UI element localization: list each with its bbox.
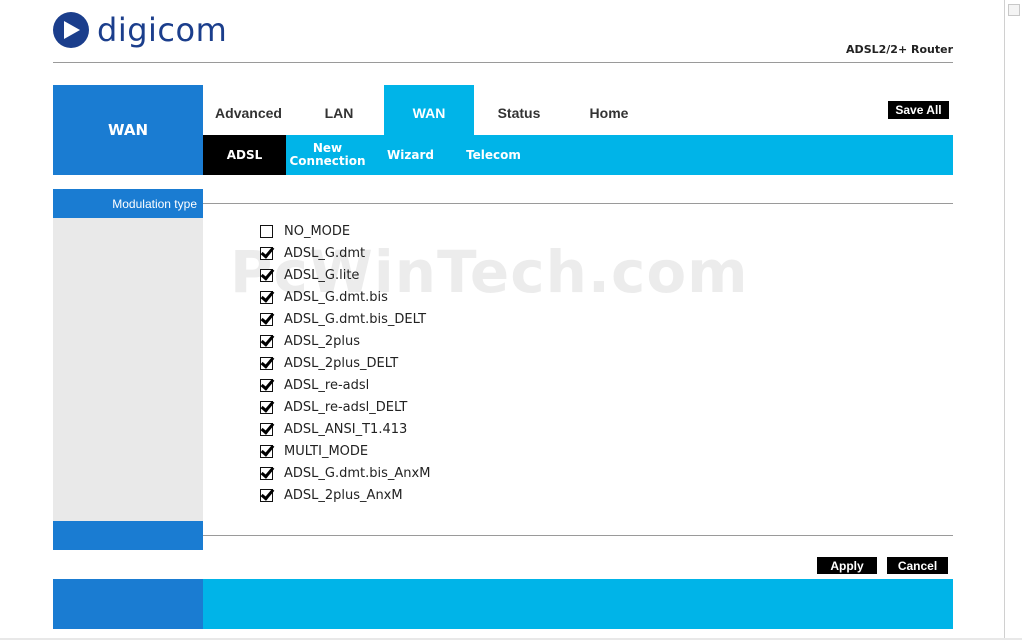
modulation-checkbox[interactable] bbox=[260, 400, 273, 414]
footer-right-bar bbox=[203, 579, 953, 629]
product-name: ADSL2/2+ Router bbox=[846, 43, 953, 56]
modulation-checkbox[interactable] bbox=[260, 466, 273, 480]
modulation-type-label: Modulation type bbox=[53, 189, 203, 218]
apply-button[interactable]: Apply bbox=[817, 557, 877, 574]
modulation-checkbox[interactable] bbox=[260, 334, 273, 348]
content-top-divider bbox=[203, 203, 953, 204]
brand-name: digicom bbox=[97, 11, 228, 49]
modulation-checkbox[interactable] bbox=[260, 268, 273, 282]
modulation-label: MULTI_MODE bbox=[284, 443, 369, 459]
modulation-option: ADSL_re-adsl bbox=[260, 374, 430, 396]
modulation-option: ADSL_G.dmt bbox=[260, 242, 430, 264]
tab-advanced[interactable]: Advanced bbox=[203, 85, 294, 135]
scroll-up-arrow[interactable] bbox=[1008, 4, 1020, 16]
cancel-button[interactable]: Cancel bbox=[887, 557, 948, 574]
subtab-adsl[interactable]: ADSL bbox=[203, 135, 286, 175]
modulation-label: ADSL_G.dmt.bis_DELT bbox=[284, 311, 427, 327]
modulation-option: ADSL_ANSI_T1.413 bbox=[260, 418, 430, 440]
modulation-checkbox[interactable] bbox=[260, 246, 273, 260]
modulation-label: ADSL_G.dmt.bis_AnxM bbox=[284, 465, 431, 481]
modulation-option: ADSL_2plus_DELT bbox=[260, 352, 430, 374]
sidebar-panel bbox=[53, 218, 203, 521]
modulation-label: ADSL_2plus_DELT bbox=[284, 355, 399, 371]
main-nav: Advanced LAN WAN Status Home bbox=[203, 85, 654, 135]
tab-wan[interactable]: WAN bbox=[384, 85, 474, 135]
section-title: WAN bbox=[53, 85, 203, 175]
modulation-label: ADSL_G.dmt.bis bbox=[284, 289, 388, 305]
footer-left-bar bbox=[53, 579, 203, 629]
save-all-button[interactable]: Save All bbox=[888, 101, 949, 119]
modulation-label: ADSL_ANSI_T1.413 bbox=[284, 421, 408, 437]
modulation-checkbox[interactable] bbox=[260, 312, 273, 326]
tab-lan[interactable]: LAN bbox=[294, 85, 384, 135]
subtab-telecom[interactable]: Telecom bbox=[452, 135, 535, 175]
tab-status[interactable]: Status bbox=[474, 85, 564, 135]
modulation-checkbox[interactable] bbox=[260, 356, 273, 370]
modulation-checkbox[interactable] bbox=[260, 488, 273, 502]
modulation-option: ADSL_G.lite bbox=[260, 264, 430, 286]
modulation-checkbox[interactable] bbox=[260, 444, 273, 458]
modulation-label: ADSL_G.dmt bbox=[284, 245, 366, 261]
subtab-wizard[interactable]: Wizard bbox=[369, 135, 452, 175]
header-divider bbox=[53, 62, 953, 63]
modulation-checkbox[interactable] bbox=[260, 224, 273, 238]
modulation-checkbox[interactable] bbox=[260, 378, 273, 392]
subtab-new-connection[interactable]: New Connection bbox=[286, 135, 369, 175]
modulation-option: ADSL_2plus_AnxM bbox=[260, 484, 430, 506]
modulation-option: ADSL_G.dmt.bis bbox=[260, 286, 430, 308]
modulation-option: ADSL_2plus bbox=[260, 330, 430, 352]
modulation-label: ADSL_2plus bbox=[284, 333, 361, 349]
logo-play-icon bbox=[53, 12, 89, 48]
modulation-label: NO_MODE bbox=[284, 223, 351, 239]
modulation-label: ADSL_re-adsl_DELT bbox=[284, 399, 408, 415]
modulation-option: NO_MODE bbox=[260, 220, 430, 242]
modulation-checkbox[interactable] bbox=[260, 290, 273, 304]
scrollbar[interactable] bbox=[1004, 0, 1022, 640]
tab-home[interactable]: Home bbox=[564, 85, 654, 135]
modulation-option: ADSL_G.dmt.bis_AnxM bbox=[260, 462, 430, 484]
modulation-label: ADSL_re-adsl bbox=[284, 377, 370, 393]
modulation-list: NO_MODE ADSL_G.dmt ADSL_G.lite ADSL_G.dmt.b… bbox=[260, 220, 430, 506]
sub-nav: ADSL New Connection Wizard Telecom bbox=[203, 135, 953, 175]
modulation-label: ADSL_2plus_AnxM bbox=[284, 487, 403, 503]
modulation-option: MULTI_MODE bbox=[260, 440, 430, 462]
modulation-checkbox[interactable] bbox=[260, 422, 273, 436]
modulation-label: ADSL_G.lite bbox=[284, 267, 360, 283]
sidebar-footer bbox=[53, 521, 203, 550]
content-bottom-divider bbox=[203, 535, 953, 536]
modulation-option: ADSL_re-adsl_DELT bbox=[260, 396, 430, 418]
modulation-option: ADSL_G.dmt.bis_DELT bbox=[260, 308, 430, 330]
digicom-logo: digicom bbox=[53, 10, 227, 50]
